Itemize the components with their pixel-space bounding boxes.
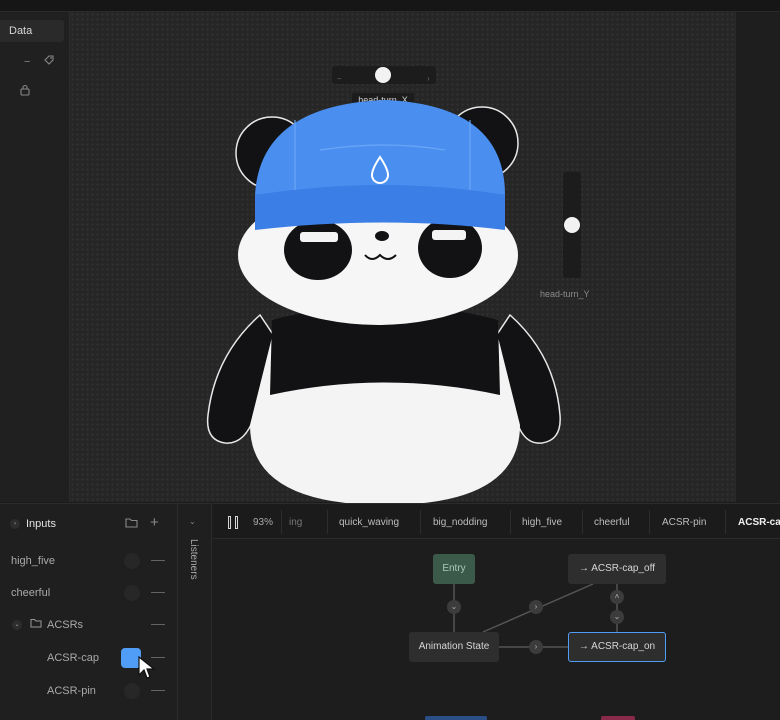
- data-tab[interactable]: Data: [0, 20, 64, 42]
- input-label: ACSR-pin: [47, 685, 96, 697]
- remove-input-icon[interactable]: —: [151, 583, 165, 599]
- input-row-cheerful[interactable]: cheerful —: [0, 582, 178, 604]
- transition-diagonal-icon[interactable]: ›: [529, 600, 543, 614]
- add-input-icon[interactable]: +: [150, 514, 159, 531]
- tag-icon[interactable]: [43, 54, 55, 69]
- tab-ing[interactable]: ing: [289, 517, 302, 528]
- slider-left-tick: –: [337, 74, 342, 83]
- folder-icon: [30, 618, 42, 631]
- panda-left-eye: [300, 232, 338, 242]
- input-row-high-five[interactable]: high_five —: [0, 550, 178, 572]
- state-animation-node[interactable]: Animation State: [409, 632, 499, 662]
- graph-node-partial[interactable]: [425, 716, 487, 720]
- input-toggle[interactable]: [124, 683, 140, 699]
- tab-high-five[interactable]: high_five: [522, 517, 562, 528]
- transition-down-icon[interactable]: ⌄: [447, 600, 461, 614]
- input-toggle[interactable]: [124, 553, 140, 569]
- pause-icon[interactable]: [228, 516, 240, 529]
- graph-connections: [453, 583, 618, 648]
- head-turn-x-slider[interactable]: – ›: [332, 66, 436, 84]
- graph-node-partial[interactable]: [601, 716, 635, 720]
- folder-expand-icon[interactable]: ⌄: [12, 620, 22, 630]
- inputs-collapse-icon[interactable]: ›: [10, 519, 20, 529]
- slider-right-tick: ›: [427, 74, 430, 83]
- input-toggle[interactable]: [124, 585, 140, 601]
- state-acsr-cap-on-node[interactable]: → ACSR-cap_on: [568, 632, 666, 662]
- remove-input-icon[interactable]: —: [151, 551, 165, 567]
- input-label: cheerful: [11, 587, 51, 599]
- tab-big-nodding[interactable]: big_nodding: [433, 517, 488, 528]
- panda-right-eye: [432, 230, 466, 240]
- head-turn-x-knob[interactable]: [375, 67, 391, 83]
- tab-acsr-cap-active[interactable]: ACSR-ca: [738, 517, 780, 528]
- tab-cheerful[interactable]: cheerful: [594, 517, 630, 528]
- listeners-panel[interactable]: ⌄ Listeners: [178, 503, 212, 720]
- transition-down-icon[interactable]: ⌄: [610, 610, 624, 624]
- remove-input-icon[interactable]: —: [151, 681, 165, 697]
- data-panel: Data −: [0, 12, 70, 502]
- top-toolbar: [0, 0, 780, 12]
- zoom-level[interactable]: 93%: [253, 517, 273, 528]
- input-label: high_five: [11, 555, 56, 567]
- input-row-acsr-pin[interactable]: ACSR-pin —: [0, 680, 178, 702]
- state-acsr-cap-off-node[interactable]: → ACSR-cap_off: [568, 554, 666, 584]
- listeners-label: Listeners: [188, 539, 199, 580]
- mouse-cursor-icon: [138, 656, 156, 679]
- panda-nose: [375, 231, 389, 241]
- timeline-tabs: 93% ing quick_waving big_nodding high_fi…: [213, 503, 780, 539]
- app-window: Data − – › head-turn_X head-turn_Y › Inp…: [0, 0, 780, 720]
- dash-icon[interactable]: −: [24, 56, 30, 68]
- state-machine-graph[interactable]: Entry Animation State → ACSR-cap_off → A…: [213, 540, 780, 720]
- input-row-acsr-cap[interactable]: ACSR-cap —: [0, 647, 178, 679]
- listeners-expand-icon[interactable]: ⌄: [189, 517, 196, 526]
- inputs-panel: › Inputs + high_five — cheerful — ⌄ ACSR…: [0, 503, 178, 720]
- input-label: ACSR-cap: [47, 652, 99, 664]
- tab-acsr-pin[interactable]: ACSR-pin: [662, 517, 706, 528]
- add-folder-icon[interactable]: [125, 517, 138, 531]
- lock-icon[interactable]: [20, 84, 30, 99]
- folder-label: ACSRs: [47, 619, 84, 631]
- right-gutter: [735, 12, 780, 502]
- state-entry-node[interactable]: Entry: [433, 554, 475, 584]
- remove-folder-icon[interactable]: —: [151, 615, 165, 631]
- input-folder-acsrs[interactable]: ⌄ ACSRs —: [0, 614, 178, 636]
- tab-quick-waving[interactable]: quick_waving: [339, 517, 399, 528]
- inputs-title: Inputs: [26, 518, 56, 530]
- transition-up-icon[interactable]: ˄: [610, 590, 624, 604]
- panda-right-eye-patch: [418, 218, 482, 278]
- inputs-header: › Inputs +: [0, 514, 178, 534]
- panda-character[interactable]: [200, 95, 570, 505]
- transition-right-icon[interactable]: ›: [529, 640, 543, 654]
- panda-left-eye-patch: [284, 220, 352, 280]
